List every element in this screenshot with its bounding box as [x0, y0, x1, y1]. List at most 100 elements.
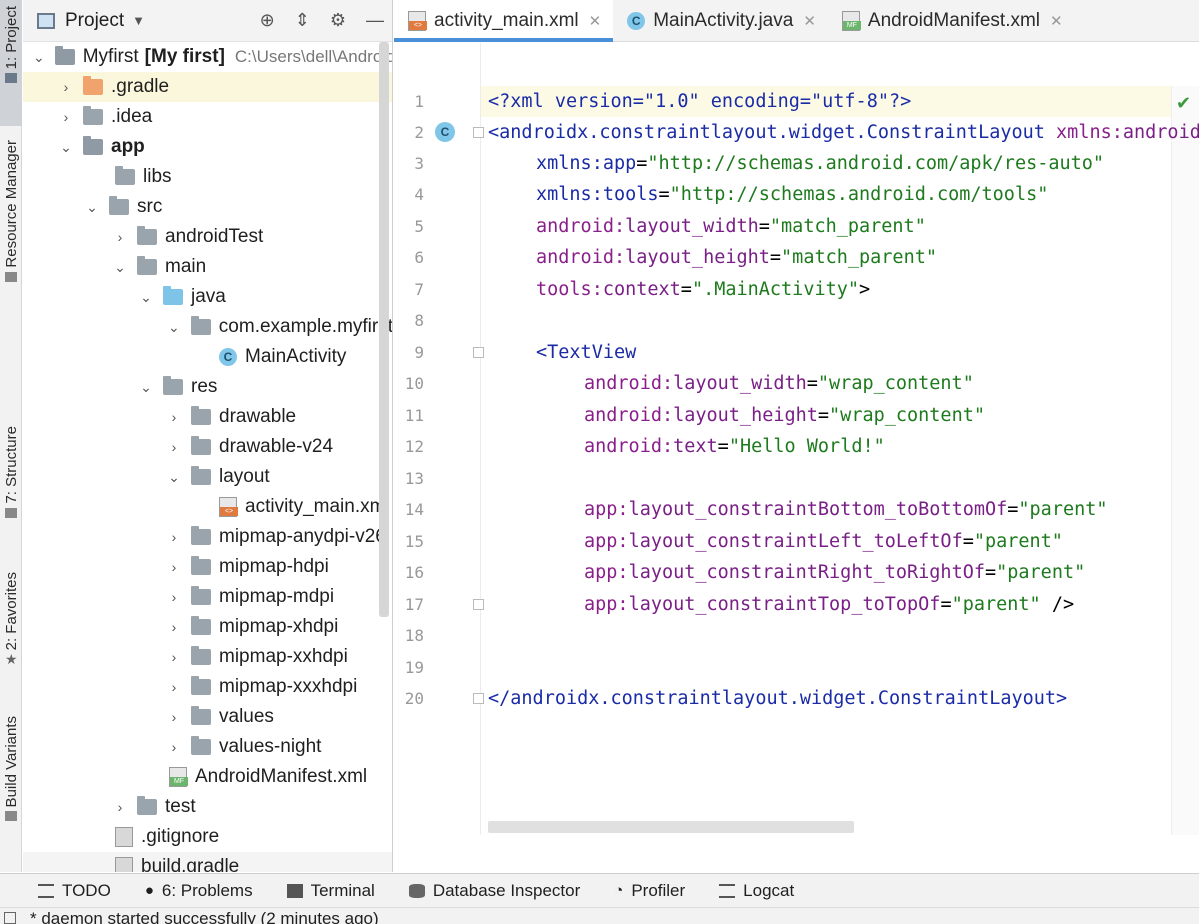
token: android: [536, 216, 626, 237]
code-line-17: app:layout_constraintTop_toTopOf="parent… [584, 589, 1074, 620]
line-number: 13 [404, 469, 424, 488]
chevron-down-icon[interactable]: ⌄ [113, 259, 127, 276]
chevron-right-icon[interactable]: › [167, 589, 181, 605]
chevron-down-icon[interactable]: ⌄ [139, 379, 153, 396]
check-icon[interactable]: ✔ [1176, 93, 1191, 114]
chevron-right-icon[interactable]: › [167, 409, 181, 425]
tab-activity-main-xml[interactable]: activity_main.xml ✕ [394, 0, 614, 42]
tab-mainactivity-java[interactable]: C MainActivity.java ✕ [613, 0, 828, 42]
tree-item-drawable[interactable]: › drawable [23, 402, 392, 432]
tree-item-app[interactable]: ⌄ app [23, 132, 392, 162]
chevron-down-icon[interactable]: ⌄ [167, 469, 181, 486]
editor-horizontal-scrollbar[interactable] [488, 821, 854, 833]
token: "parent" [951, 594, 1041, 615]
tree-item-idea[interactable]: › .idea [23, 102, 392, 132]
chevron-right-icon[interactable]: › [59, 109, 73, 125]
tree-item-src[interactable]: ⌄ src [23, 192, 392, 222]
chevron-down-icon[interactable]: ⌄ [167, 319, 181, 336]
tool-window-profiler[interactable]: ◔ Profiler [614, 881, 685, 901]
class-gutter-icon[interactable]: C [435, 122, 455, 142]
tree-item-main[interactable]: ⌄ main [23, 252, 392, 282]
tree-item-mipmap-anydpi[interactable]: › mipmap-anydpi-v26 [23, 522, 392, 552]
gitignore-file-icon [115, 827, 133, 847]
tree-item-android-manifest[interactable]: AndroidManifest.xml [23, 762, 392, 792]
chevron-right-icon[interactable]: › [167, 679, 181, 695]
chevron-right-icon[interactable]: › [167, 709, 181, 725]
tree-item-mipmap-xhdpi[interactable]: › mipmap-xhdpi [23, 612, 392, 642]
chevron-right-icon[interactable]: › [59, 79, 73, 95]
tree-item-java[interactable]: ⌄ java [23, 282, 392, 312]
tree-item-test[interactable]: › test [23, 792, 392, 822]
tool-window-todo[interactable]: TODO [38, 881, 111, 901]
line-number: 15 [404, 532, 424, 551]
minimize-icon[interactable]: — [366, 10, 384, 31]
chevron-down-icon[interactable]: ⌄ [85, 199, 99, 216]
tree-item-build-gradle[interactable]: build.gradle [23, 852, 392, 872]
tree-item-layout[interactable]: ⌄ layout [23, 462, 392, 492]
tab-android-manifest[interactable]: AndroidManifest.xml ✕ [828, 0, 1075, 42]
tool-tab-favorites[interactable]: 2: Favorites ★ [0, 572, 22, 692]
chevron-right-icon[interactable]: › [167, 559, 181, 575]
tool-window-problems[interactable]: ● 6: Problems [145, 881, 253, 901]
tool-window-logcat[interactable]: Logcat [719, 881, 794, 901]
tree-item-mipmap-mdpi[interactable]: › mipmap-mdpi [23, 582, 392, 612]
tree-item-libs[interactable]: libs [23, 162, 392, 192]
tree-item-res[interactable]: ⌄ res [23, 372, 392, 402]
chevron-right-icon[interactable]: › [167, 739, 181, 755]
tool-tab-project[interactable]: 1: Project [0, 0, 22, 126]
fold-marker-icon[interactable] [473, 347, 484, 358]
collapse-all-icon[interactable]: ⇕ [295, 10, 310, 31]
chevron-down-icon[interactable]: ⌄ [33, 49, 45, 66]
gear-icon[interactable]: ⚙ [330, 10, 346, 31]
chevron-down-icon[interactable]: ⌄ [59, 139, 73, 156]
fold-marker-icon[interactable] [473, 693, 484, 704]
token: layout_constraintBottom_toBottomOf [628, 499, 1008, 520]
code-editor[interactable]: ✔ 1 2 3 4 5 6 7 8 9 10 11 12 13 14 15 16… [394, 43, 1199, 872]
project-view-selector[interactable]: Project [65, 10, 124, 32]
project-panel-scrollbar[interactable] [379, 42, 389, 617]
code-line-6: android:layout_height="match_parent" [536, 242, 937, 273]
tool-tab-build-variants[interactable]: Build Variants [0, 716, 22, 850]
tree-item-drawable-v24[interactable]: › drawable-v24 [23, 432, 392, 462]
close-icon[interactable]: ✕ [1050, 12, 1063, 30]
chevron-right-icon[interactable]: › [167, 619, 181, 635]
line-number: 11 [404, 406, 424, 425]
tree-item-values-night[interactable]: › values-night [23, 732, 392, 762]
tree-item-myfirst[interactable]: ⌄ Myfirst [My first] C:\Users\dell\Andro… [23, 42, 392, 72]
chevron-down-icon[interactable]: ▼ [132, 13, 145, 28]
token: layout_height [625, 247, 770, 268]
fold-marker-icon[interactable] [473, 599, 484, 610]
chevron-right-icon[interactable]: › [167, 439, 181, 455]
close-icon[interactable]: ✕ [803, 12, 816, 30]
token: "Hello World!" [728, 436, 885, 457]
tree-item-mipmap-hdpi[interactable]: › mipmap-hdpi [23, 552, 392, 582]
project-view-icon [37, 12, 55, 29]
chevron-down-icon[interactable]: ⌄ [139, 289, 153, 306]
tree-item-label: values-night [219, 736, 322, 757]
folder-icon [83, 76, 103, 95]
tree-item-mipmap-xxhdpi[interactable]: › mipmap-xxhdpi [23, 642, 392, 672]
tree-item-activity-main-xml[interactable]: activity_main.xml [23, 492, 392, 522]
xml-file-icon [408, 11, 427, 31]
tree-item-mainactivity[interactable]: C MainActivity [23, 342, 392, 372]
tool-tab-structure[interactable]: 7: Structure [0, 426, 22, 546]
chevron-right-icon[interactable]: › [167, 649, 181, 665]
tree-item-androidtest[interactable]: › androidTest [23, 222, 392, 252]
locate-icon[interactable]: ⊕ [260, 10, 275, 31]
tree-item-label: androidTest [165, 226, 264, 247]
chevron-right-icon[interactable]: › [113, 799, 127, 815]
token: <? [488, 91, 511, 112]
tool-window-database-inspector[interactable]: Database Inspector [408, 881, 580, 901]
toggle-tool-windows-icon[interactable] [4, 912, 16, 924]
tool-tab-resource-manager[interactable]: Resource Manager [0, 140, 22, 315]
tree-item-values[interactable]: › values [23, 702, 392, 732]
tree-item-mipmap-xxxhdpi[interactable]: › mipmap-xxxhdpi [23, 672, 392, 702]
tool-window-terminal[interactable]: Terminal [286, 881, 375, 901]
close-icon[interactable]: ✕ [589, 12, 602, 30]
tree-item-gitignore[interactable]: .gitignore [23, 822, 392, 852]
chevron-right-icon[interactable]: › [167, 529, 181, 545]
tree-item-gradle[interactable]: › .gradle [23, 72, 392, 102]
tree-item-package[interactable]: ⌄ com.example.myfirst [23, 312, 392, 342]
chevron-right-icon[interactable]: › [113, 229, 127, 245]
fold-marker-icon[interactable] [473, 127, 484, 138]
